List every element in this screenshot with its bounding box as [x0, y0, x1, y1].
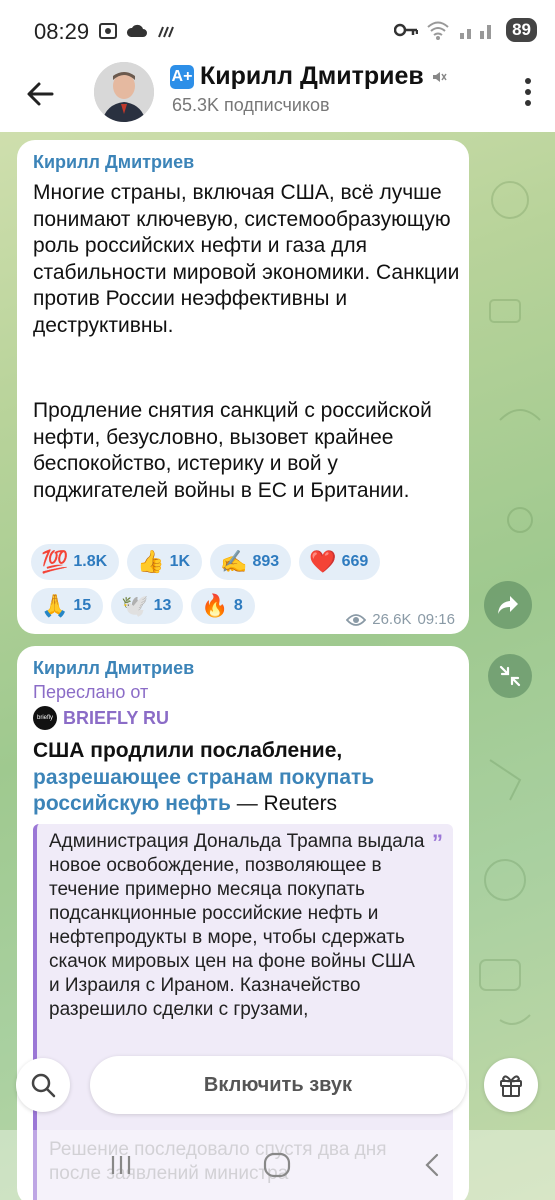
wifi-off-icon [158, 26, 174, 38]
avatar-portrait [94, 62, 154, 122]
gift-icon [500, 1075, 522, 1097]
reaction-emoji: 🙏 [41, 593, 69, 618]
unmute-button[interactable]: Включить звук [90, 1056, 466, 1114]
reaction-emoji: 🕊️ [121, 593, 149, 618]
quote-icon: ” [432, 830, 443, 855]
reaction-count: 15 [73, 597, 92, 614]
source-logo: briefly [33, 706, 57, 730]
muted-icon [432, 71, 447, 82]
collapse-arrows-icon [499, 665, 521, 687]
reaction-emoji: 👍 [137, 549, 165, 574]
channel-title[interactable]: Кирилл Дмитриев [200, 62, 424, 91]
view-count: 26.6K [372, 611, 412, 628]
reaction-chip[interactable]: 🔥 8 [191, 588, 255, 624]
cloud-icon [126, 24, 147, 37]
reaction-emoji: 🔥 [201, 593, 229, 618]
source-name: BRIEFLY RU [63, 707, 170, 728]
reaction-chip[interactable]: 🙏 15 [31, 588, 104, 624]
status-bar: 08:29 89 [0, 0, 555, 62]
reaction-chip[interactable]: 👍 1K [127, 544, 203, 580]
screenshot-icon [99, 23, 117, 39]
search-icon [31, 1073, 56, 1098]
subscriber-count: 65.3K подписчиков [172, 95, 330, 115]
eye-icon [346, 613, 367, 626]
reaction-count: 893 [252, 553, 280, 570]
forward-source[interactable]: briefly BRIEFLY RU [33, 706, 169, 730]
key-icon [394, 23, 419, 37]
reaction-chip[interactable]: ✍️ 893 [210, 544, 292, 580]
share-button[interactable] [484, 581, 532, 629]
more-vert-icon[interactable] [523, 76, 533, 108]
reaction-emoji: ✍️ [220, 549, 248, 574]
reaction-count: 669 [341, 553, 369, 570]
message-meta: 26.6K 09:16 [346, 611, 455, 628]
message-paragraph: Продление снятия санкций с российской не… [33, 399, 432, 502]
reaction-count: 1.8K [73, 553, 108, 570]
battery-indicator: 89 [506, 18, 537, 42]
reaction-emoji: 💯 [41, 549, 69, 574]
channel-avatar[interactable] [94, 62, 154, 122]
home-icon[interactable] [262, 1152, 292, 1178]
reaction-count: 1K [169, 553, 191, 570]
news-headline: США продлили послабление, разрешающее ст… [33, 738, 463, 818]
reaction-chip[interactable]: 🕊️ 13 [111, 588, 184, 624]
search-button[interactable] [16, 1058, 70, 1112]
reaction-count: 8 [233, 597, 243, 614]
message-author[interactable]: Кирилл Дмитриев [33, 152, 194, 173]
collapse-button[interactable] [488, 654, 532, 698]
reaction-count: 13 [153, 597, 172, 614]
message-time: 09:16 [417, 611, 455, 628]
recent-apps-icon[interactable] [108, 1152, 134, 1178]
forwarded-label: Переслано от [33, 682, 149, 702]
headline-bold: США продлили послабление, [33, 739, 343, 762]
wifi-icon [427, 21, 449, 40]
reaction-chip[interactable]: 💯 1.8K [31, 544, 120, 580]
reaction-emoji: ❤️ [309, 549, 337, 574]
reaction-chip[interactable]: ❤️ 669 [299, 544, 381, 580]
message-bubble[interactable]: Кирилл Дмитриев Переслано от briefly BRI… [17, 646, 469, 1200]
back-arrow-icon[interactable] [22, 76, 58, 112]
premium-badge: A+ [170, 64, 194, 89]
headline-tail: — Reuters [230, 792, 338, 815]
message-paragraph: Многие страны, включая США, всё лучше по… [33, 181, 460, 337]
system-nav-bar [0, 1130, 555, 1200]
message-bubble[interactable]: Кирилл Дмитриев Многие страны, включая С… [17, 140, 469, 634]
status-time: 08:29 [34, 19, 90, 44]
chat-header: A+ Кирилл Дмитриев 65.3K подписчиков [0, 62, 555, 132]
message-author[interactable]: Кирилл Дмитриев [33, 658, 194, 679]
gift-button[interactable] [484, 1058, 538, 1112]
quote-text: Администрация Дональда Трампа выдала нов… [49, 831, 425, 1020]
share-arrow-icon [498, 596, 518, 614]
signal-icon [460, 25, 492, 39]
back-nav-icon[interactable] [422, 1152, 442, 1178]
